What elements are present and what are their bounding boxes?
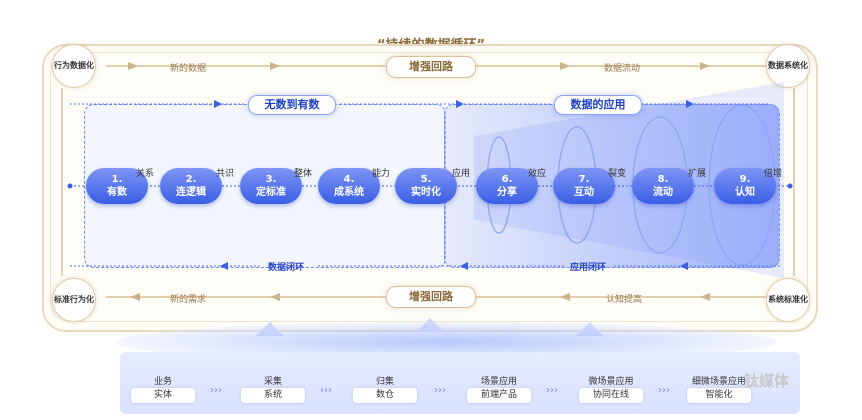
- foundation-label: 采集: [263, 377, 282, 387]
- blue-arrow-icon: [460, 262, 468, 270]
- blue-arrow-icon: [220, 262, 228, 270]
- step-number: 9.: [739, 174, 751, 185]
- flow-end-dot: [787, 183, 793, 189]
- foundation-box: 实体: [131, 388, 195, 403]
- blue-arrow-icon: [214, 100, 222, 108]
- data-closure-label: 数据闭环: [268, 263, 305, 273]
- step-number: 3.: [265, 174, 277, 185]
- step-number: 2.: [185, 174, 197, 185]
- step-label: 有数: [107, 187, 127, 198]
- double-chevron-icon: ›››: [320, 385, 332, 396]
- connector-label: 共识: [216, 169, 235, 179]
- connector-label: 效应: [528, 169, 547, 179]
- step-number: 6.: [501, 174, 513, 185]
- step-label: 连逻辑: [176, 187, 206, 198]
- right-region-title: 数据的应用: [554, 95, 642, 115]
- app-closure-label: 应用闭环: [570, 263, 607, 273]
- foundation-label: 业务: [153, 377, 172, 387]
- foundation-label: 归集: [375, 377, 394, 387]
- blue-arrow-icon: [686, 100, 694, 108]
- left-region-title: 无数到有数: [248, 95, 336, 115]
- step-node-4: 4. 成系统: [318, 168, 380, 204]
- double-chevron-icon: ›››: [658, 385, 670, 396]
- step-label: 认知: [735, 187, 755, 198]
- step-label: 分享: [497, 187, 517, 198]
- foundation-label: 微场景应用: [588, 377, 634, 387]
- step-number: 4.: [343, 174, 355, 185]
- flow-start-dot: [67, 183, 73, 189]
- step-label: 定标准: [256, 187, 286, 198]
- foundation-box: 前端产品: [467, 388, 531, 403]
- step-node-8: 8. 流动: [632, 168, 694, 204]
- watermark-logo: 钛媒体: [744, 372, 790, 390]
- connector-label: 裂变: [608, 169, 627, 179]
- double-chevron-icon: ›››: [434, 385, 446, 396]
- step-number: 8.: [657, 174, 669, 185]
- step-number: 7.: [578, 174, 590, 185]
- connector-label: 能力: [372, 169, 391, 179]
- step-node-7: 7. 互动: [553, 168, 615, 204]
- double-chevron-icon: ›››: [546, 385, 558, 396]
- foundation-box: 系统: [241, 388, 305, 403]
- connector-label: 倍增: [764, 169, 783, 179]
- foundation-box: 协同在线: [579, 388, 643, 403]
- double-chevron-icon: ›››: [210, 385, 222, 396]
- foundation-label: 场景应用: [480, 377, 517, 387]
- connector-label: 整体: [294, 169, 313, 179]
- step-label: 互动: [574, 187, 594, 198]
- foundation-box: 智能化: [687, 388, 751, 403]
- step-node-5: 5. 实时化: [395, 168, 457, 204]
- step-number: 1.: [111, 174, 123, 185]
- blue-arrow-icon: [456, 100, 464, 108]
- step-label: 实时化: [411, 187, 441, 198]
- blue-arrow-icon: [680, 262, 688, 270]
- step-node-2: 2. 连逻辑: [160, 168, 222, 204]
- connector-label: 关系: [136, 169, 155, 179]
- connector-label: 扩展: [688, 169, 707, 179]
- step-label: 成系统: [334, 187, 364, 198]
- step-node-3: 3. 定标准: [240, 168, 302, 204]
- foundation-box: 数仓: [353, 388, 417, 403]
- connector-label: 应用: [452, 169, 471, 179]
- step-label: 流动: [653, 187, 673, 198]
- step-number: 5.: [420, 174, 432, 185]
